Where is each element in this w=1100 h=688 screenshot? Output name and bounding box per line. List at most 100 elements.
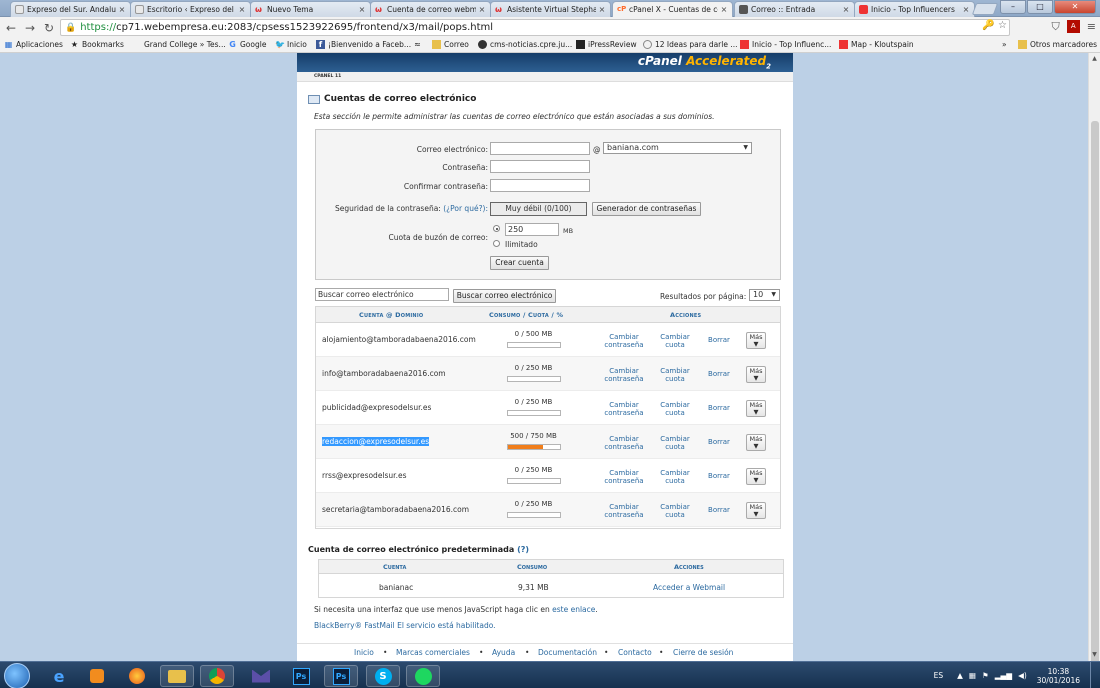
scroll-down-arrow-icon[interactable]: ▼ bbox=[1089, 649, 1100, 661]
network-icon[interactable]: ▂▄▆ bbox=[995, 671, 1012, 680]
header-usage-quota[interactable]: Consumo / Cuota / % bbox=[489, 311, 563, 319]
change-password-link[interactable]: Cambiar contraseña bbox=[602, 503, 646, 519]
bookmark-map-kloutspain[interactable]: Map - Kloutspain bbox=[839, 40, 914, 49]
change-password-link[interactable]: Cambiar contraseña bbox=[602, 469, 646, 485]
tab-nuevo-tema[interactable]: ω Nuevo Tema × bbox=[250, 1, 371, 17]
confirm-password-input[interactable] bbox=[490, 179, 590, 192]
menu-icon[interactable]: ≡ bbox=[1087, 20, 1096, 34]
password-input[interactable] bbox=[490, 160, 590, 173]
tab-cpanel-active[interactable]: cP cPanel X - Cuentas de co × bbox=[612, 1, 733, 17]
footer-link-ayuda[interactable]: Ayuda bbox=[492, 648, 515, 657]
back-arrow-icon[interactable]: ← bbox=[3, 21, 19, 35]
results-per-page-select[interactable]: 10 ▼ bbox=[749, 289, 780, 301]
close-tab-icon[interactable]: × bbox=[478, 5, 486, 14]
firefox-icon[interactable] bbox=[120, 665, 154, 687]
bookmark-bookmarks[interactable]: ★ Bookmarks bbox=[70, 40, 124, 49]
scroll-up-arrow-icon[interactable]: ▲ bbox=[1089, 53, 1100, 65]
tray-app-icon[interactable]: ▦ bbox=[969, 671, 976, 680]
close-tab-icon[interactable]: × bbox=[358, 5, 366, 14]
tray-expand-icon[interactable]: ▲ bbox=[957, 671, 963, 680]
strength-why-link[interactable]: (¿Por qué?): bbox=[443, 204, 488, 213]
photoshop-icon[interactable]: Ps bbox=[284, 665, 318, 687]
email-user-input[interactable] bbox=[490, 142, 590, 155]
change-quota-link[interactable]: Cambiar cuota bbox=[655, 401, 695, 417]
file-explorer-icon[interactable] bbox=[160, 665, 194, 687]
maximize-icon[interactable]: □ bbox=[1027, 0, 1053, 14]
address-bar[interactable]: 🔒 https://cp71.webempresa.eu:2083/cpsess… bbox=[60, 19, 1010, 36]
change-quota-link[interactable]: Cambiar cuota bbox=[655, 333, 695, 349]
domain-select[interactable]: baniana.com ▼ bbox=[603, 142, 752, 154]
more-actions-button[interactable]: Más ▼ bbox=[746, 434, 766, 451]
tab-asistente-virtual[interactable]: ω Asistente Virtual Stephan × bbox=[490, 1, 611, 17]
scroll-thumb[interactable] bbox=[1091, 121, 1099, 688]
internet-explorer-icon[interactable]: e bbox=[42, 665, 76, 687]
new-tab-button[interactable] bbox=[971, 3, 999, 15]
tab-escritorio[interactable]: Escritorio ‹ Expreso del S × bbox=[130, 1, 251, 17]
change-password-link[interactable]: Cambiar contraseña bbox=[602, 401, 646, 417]
bookmarks-overflow-chevron[interactable]: » bbox=[1002, 40, 1007, 49]
delete-account-link[interactable]: Borrar bbox=[704, 438, 734, 446]
more-actions-button[interactable]: Más ▼ bbox=[746, 366, 766, 383]
reload-icon[interactable]: ↻ bbox=[41, 21, 57, 35]
footer-link-inicio[interactable]: Inicio bbox=[354, 648, 374, 657]
photoshop-icon[interactable]: Ps bbox=[324, 665, 358, 687]
forward-arrow-icon[interactable]: → bbox=[22, 21, 38, 35]
delete-account-link[interactable]: Borrar bbox=[704, 506, 734, 514]
more-actions-button[interactable]: Más ▼ bbox=[746, 400, 766, 417]
default-account-help-link[interactable]: (?) bbox=[517, 545, 529, 554]
outlook-icon[interactable] bbox=[244, 665, 278, 687]
bookmark-rss[interactable]: ≈ bbox=[413, 40, 425, 49]
start-button[interactable] bbox=[4, 663, 30, 688]
footer-link-contacto[interactable]: Contacto bbox=[618, 648, 652, 657]
create-account-button[interactable]: Crear cuenta bbox=[490, 256, 549, 270]
close-tab-icon[interactable]: × bbox=[238, 5, 246, 14]
tab-correo-entrada[interactable]: Correo :: Entrada × bbox=[734, 1, 855, 17]
quota-unlimited-radio[interactable] bbox=[493, 240, 500, 247]
chrome-icon[interactable] bbox=[200, 665, 234, 687]
search-email-input[interactable]: Buscar correo electrónico bbox=[315, 288, 449, 301]
media-player-icon[interactable] bbox=[80, 665, 114, 687]
bookmark-correo[interactable]: Correo bbox=[432, 40, 469, 49]
close-tab-icon[interactable]: × bbox=[842, 5, 850, 14]
delete-account-link[interactable]: Borrar bbox=[704, 336, 734, 344]
bookmark-aplicaciones[interactable]: ▦ Aplicaciones bbox=[4, 40, 63, 49]
more-actions-button[interactable]: Más ▼ bbox=[746, 502, 766, 519]
bookmark-facebook[interactable]: f ¡Bienvenido a Faceb... bbox=[316, 40, 411, 49]
bookmark-otros-marcadores[interactable]: Otros marcadores bbox=[1018, 40, 1097, 49]
skype-icon[interactable]: S bbox=[366, 665, 400, 687]
action-center-flag-icon[interactable]: ⚑ bbox=[982, 671, 989, 680]
footer-link-marcas[interactable]: Marcas comerciales bbox=[396, 648, 470, 657]
bookmark-top-influenc[interactable]: Inicio - Top Influenc... bbox=[740, 40, 831, 49]
bookmark-grand-college[interactable]: Grand College » Tes... bbox=[132, 40, 226, 49]
delete-account-link[interactable]: Borrar bbox=[704, 404, 734, 412]
tab-top-influencers[interactable]: Inicio - Top Influencers × bbox=[854, 1, 975, 17]
close-tab-icon[interactable]: × bbox=[720, 5, 728, 14]
change-password-link[interactable]: Cambiar contraseña bbox=[602, 367, 646, 383]
change-password-link[interactable]: Cambiar contraseña bbox=[602, 333, 646, 349]
tab-expreso-del-sur[interactable]: Expreso del Sur. Andaluc × bbox=[10, 1, 131, 17]
change-quota-link[interactable]: Cambiar cuota bbox=[655, 367, 695, 383]
light-js-link[interactable]: este enlace bbox=[552, 605, 595, 614]
delete-account-link[interactable]: Borrar bbox=[704, 370, 734, 378]
tab-cuenta-de-correo[interactable]: ω Cuenta de correo webm × bbox=[370, 1, 491, 17]
bookmark-star-icon[interactable]: 🔑 ☆ bbox=[982, 20, 1007, 31]
quota-mb-radio[interactable] bbox=[493, 225, 500, 232]
access-webmail-link[interactable]: Acceder a Webmail bbox=[653, 583, 725, 592]
password-generator-button[interactable]: Generador de contraseñas bbox=[592, 202, 701, 216]
volume-icon[interactable]: ◀) bbox=[1018, 671, 1027, 680]
more-actions-button[interactable]: Más ▼ bbox=[746, 332, 766, 349]
bookmark-inicio-twitter[interactable]: 🐦 Inicio bbox=[275, 40, 307, 49]
close-window-icon[interactable]: ✕ bbox=[1054, 0, 1096, 14]
extension-shield-icon[interactable]: ⛉ bbox=[1052, 20, 1060, 34]
bookmark-cms-noticias[interactable]: cms-noticias.cpre.ju... bbox=[478, 40, 572, 49]
more-actions-button[interactable]: Más ▼ bbox=[746, 468, 766, 485]
pdf-extension-icon[interactable]: A bbox=[1066, 20, 1080, 33]
show-desktop-button[interactable] bbox=[1090, 662, 1100, 688]
change-password-link[interactable]: Cambiar contraseña bbox=[602, 435, 646, 451]
close-tab-icon[interactable]: × bbox=[598, 5, 606, 14]
language-indicator[interactable]: ES bbox=[934, 671, 944, 680]
header-account-domain[interactable]: Cuenta @ Dominio bbox=[359, 311, 423, 319]
change-quota-link[interactable]: Cambiar cuota bbox=[655, 435, 695, 451]
bookmark-12-ideas[interactable]: 12 Ideas para darle ... bbox=[643, 40, 738, 49]
delete-account-link[interactable]: Borrar bbox=[704, 472, 734, 480]
